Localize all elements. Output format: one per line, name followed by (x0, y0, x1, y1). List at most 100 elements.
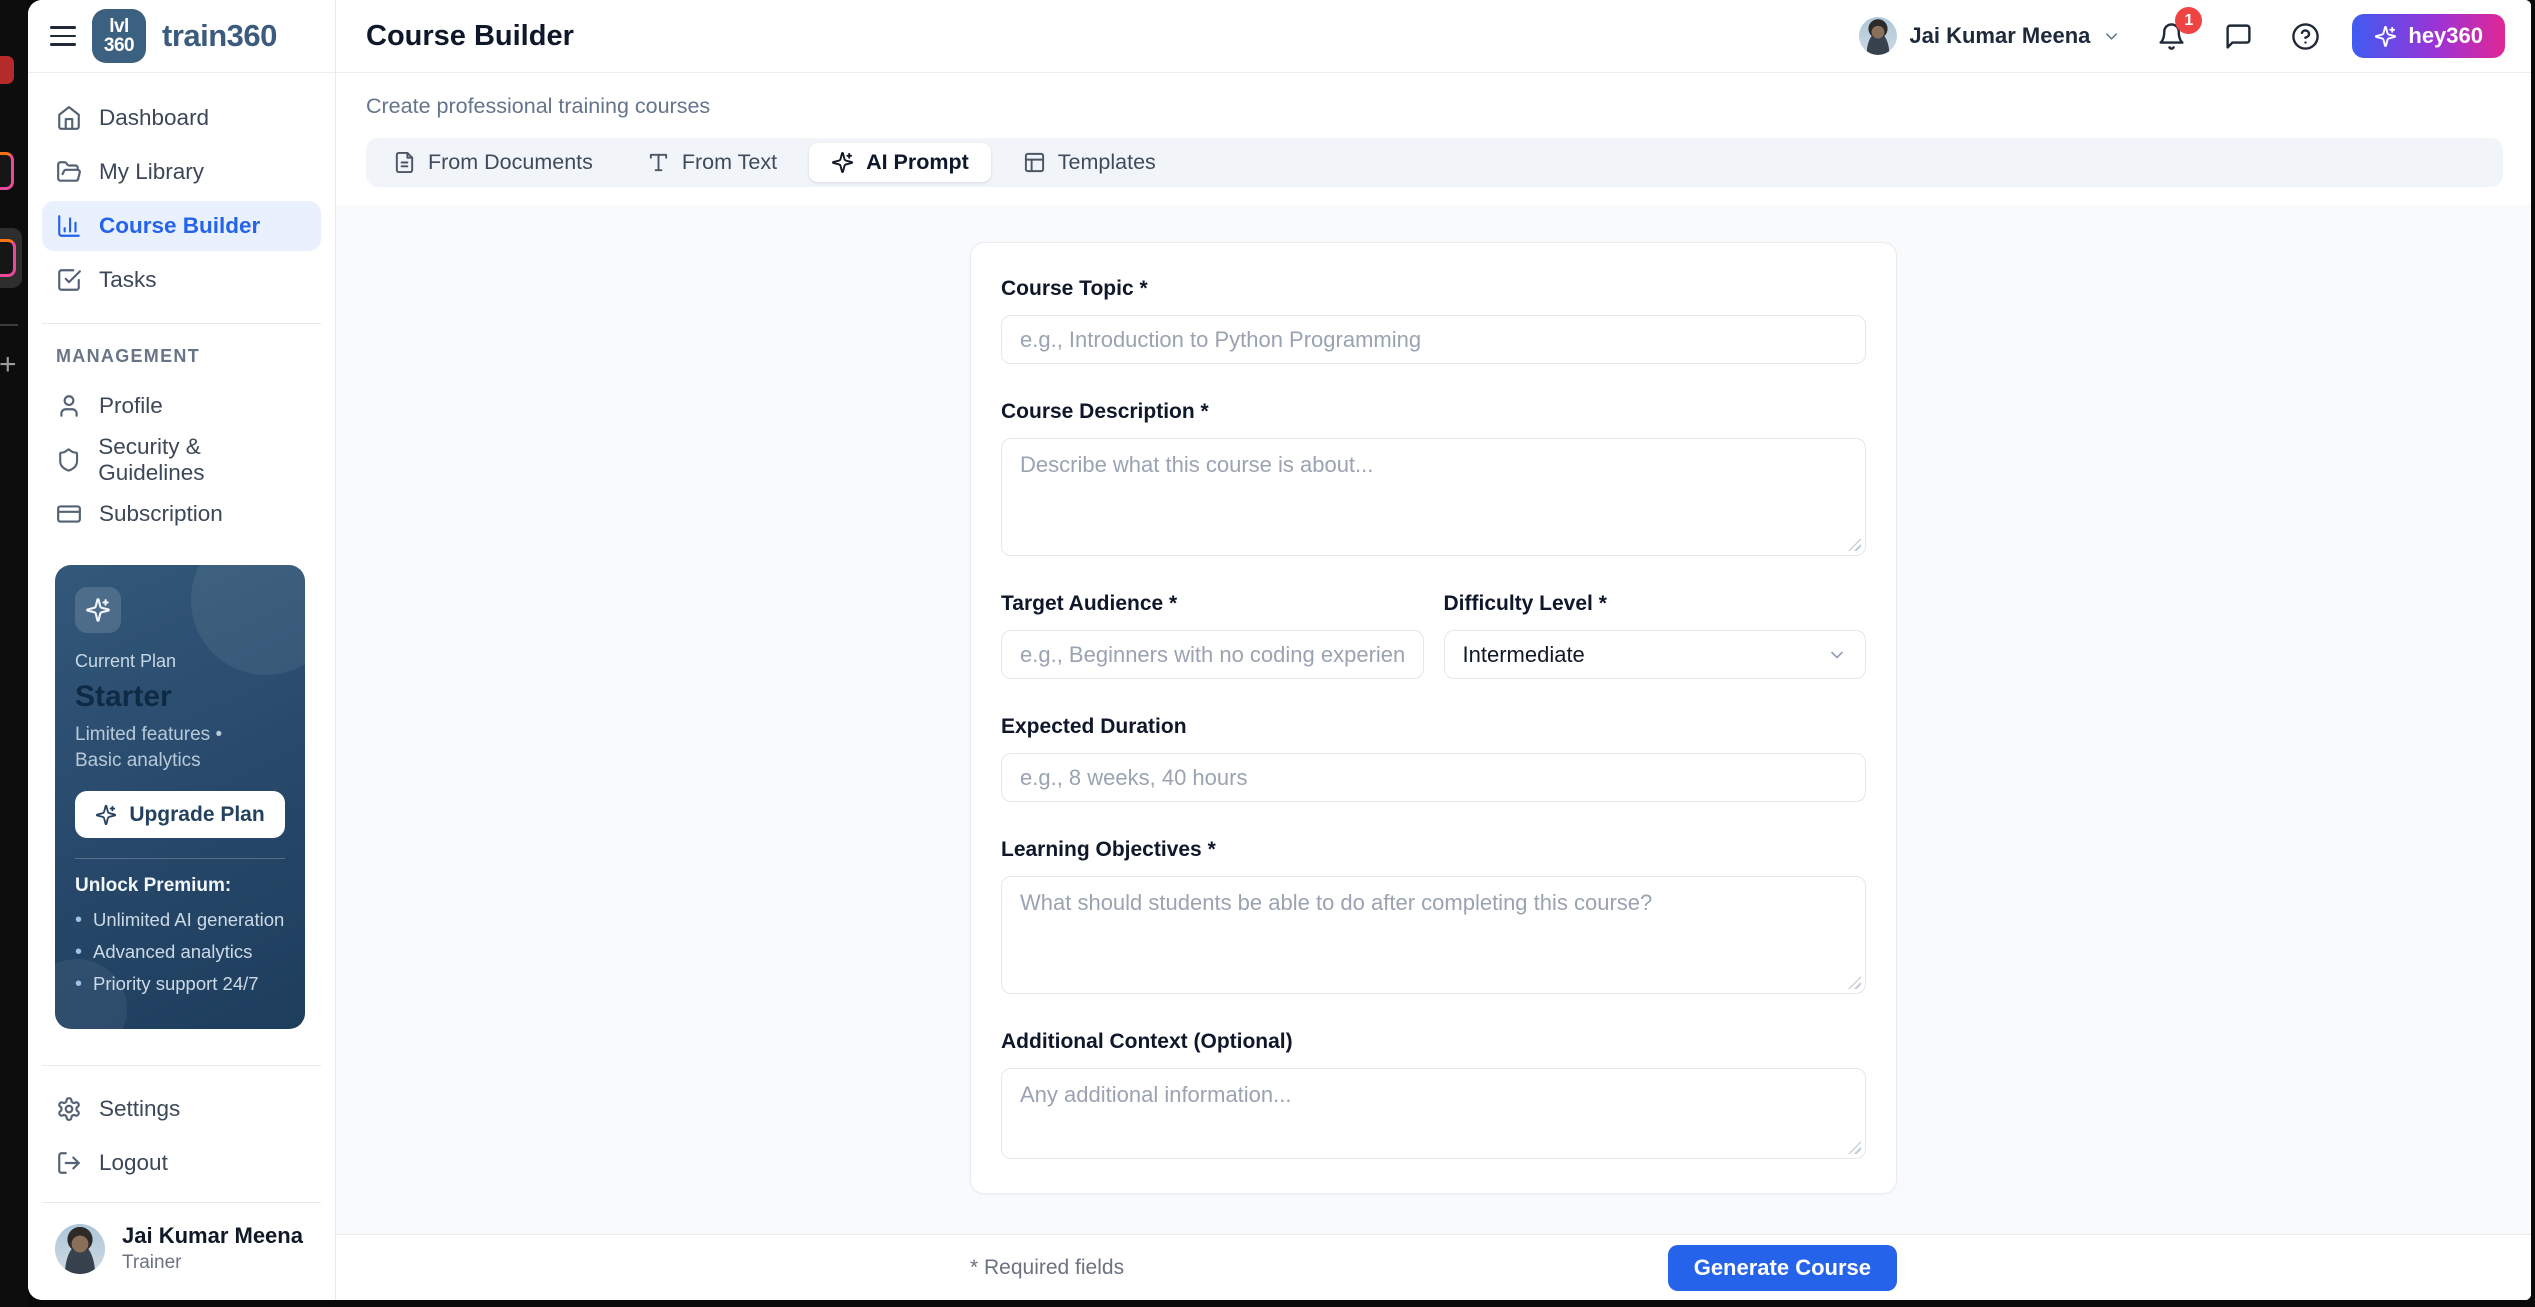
sidebar-item-label: Security & Guidelines (98, 434, 307, 486)
target-audience-input[interactable] (1001, 630, 1424, 679)
upgrade-plan-label: Upgrade Plan (129, 803, 264, 827)
source-tabs: From Documents From Text AI Prompt Templ… (366, 138, 2503, 187)
premium-feature: Advanced analytics (75, 941, 285, 964)
unlock-premium-title: Unlock Premium: (75, 875, 285, 897)
new-tab-plus-icon[interactable]: + (0, 348, 17, 382)
home-icon (56, 105, 82, 131)
learning-objectives-textarea[interactable] (1001, 876, 1866, 994)
upgrade-plan-button[interactable]: Upgrade Plan (75, 791, 285, 838)
difficulty-level-field: Difficulty Level * Intermediate (1444, 592, 1867, 679)
user-role: Trainer (122, 1252, 303, 1274)
ai-prompt-form-card: Course Topic * Course Description * Targ… (970, 242, 1897, 1194)
notifications-button[interactable]: 1 (2154, 19, 2188, 53)
target-audience-field: Target Audience * (1001, 592, 1424, 679)
credit-card-icon (56, 501, 82, 527)
tab-label: AI Prompt (866, 150, 969, 175)
sidebar-management-nav: Profile Security & Guidelines Subscripti… (28, 381, 335, 539)
chevron-down-icon (1827, 645, 1847, 665)
tab-templates[interactable]: Templates (1001, 143, 1178, 182)
tab-label: From Documents (428, 150, 593, 175)
course-topic-input[interactable] (1001, 315, 1866, 364)
difficulty-level-select[interactable]: Intermediate (1444, 630, 1867, 679)
course-description-textarea[interactable] (1001, 438, 1866, 556)
course-topic-field: Course Topic * (1001, 277, 1866, 364)
expected-duration-label: Expected Duration (1001, 715, 1866, 739)
logo-line1: lvl (109, 17, 129, 36)
sparkles-icon (831, 151, 854, 174)
tab-from-documents[interactable]: From Documents (371, 143, 615, 182)
sidebar-nav: Dashboard My Library Course Builder Task… (28, 73, 335, 305)
chart-column-icon (56, 213, 82, 239)
browser-tab-active[interactable] (0, 228, 22, 288)
sparkles-icon (95, 804, 117, 826)
sidebar: lvl 360 train360 Dashboard My Library Co… (28, 0, 336, 1300)
sidebar-item-tasks[interactable]: Tasks (42, 255, 321, 305)
main-area: Course Builder Jai Kumar Meena 1 (336, 0, 2531, 1300)
strip-divider (0, 324, 18, 326)
sidebar-item-label: My Library (99, 159, 204, 185)
sidebar-item-dashboard[interactable]: Dashboard (42, 93, 321, 143)
browser-tab-icon (0, 239, 16, 277)
tab-from-text[interactable]: From Text (625, 143, 799, 182)
help-button[interactable] (2288, 19, 2322, 53)
learning-objectives-label: Learning Objectives * (1001, 838, 1866, 862)
user-name: Jai Kumar Meena (122, 1223, 303, 1249)
sidebar-item-label: Logout (99, 1150, 168, 1176)
chevron-down-icon (2102, 27, 2121, 46)
additional-context-field: Additional Context (Optional) (1001, 1030, 1866, 1159)
tab-label: From Text (682, 150, 777, 175)
expected-duration-input[interactable] (1001, 753, 1866, 802)
course-description-label: Course Description * (1001, 400, 1866, 424)
additional-context-textarea[interactable] (1001, 1068, 1866, 1159)
page-title: Course Builder (366, 20, 574, 53)
plan-sparkles-badge (75, 587, 121, 633)
sidebar-item-subscription[interactable]: Subscription (42, 489, 321, 539)
logo-line2: 360 (104, 36, 134, 55)
sidebar-user[interactable]: Jai Kumar Meena Trainer (28, 1203, 335, 1300)
course-topic-label: Course Topic * (1001, 277, 1866, 301)
plan-card: Current Plan Starter Limited features • … (55, 565, 305, 1029)
sidebar-item-label: Profile (99, 393, 163, 419)
browser-tab-icon-red[interactable] (0, 56, 14, 84)
generate-course-button[interactable]: Generate Course (1668, 1245, 1897, 1291)
tab-label: Templates (1058, 150, 1156, 175)
browser-tab-icon[interactable] (0, 152, 14, 190)
sparkles-icon (2374, 25, 2397, 48)
brand-name: train360 (162, 18, 277, 54)
sidebar-item-course-builder[interactable]: Course Builder (42, 201, 321, 251)
sidebar-item-profile[interactable]: Profile (42, 381, 321, 431)
sidebar-item-my-library[interactable]: My Library (42, 147, 321, 197)
course-description-field: Course Description * (1001, 400, 1866, 556)
premium-feature: Priority support 24/7 (75, 973, 285, 996)
app-window: lvl 360 train360 Dashboard My Library Co… (28, 0, 2531, 1300)
sidebar-divider (42, 1065, 321, 1066)
header-actions: Jai Kumar Meena 1 hey360 (1859, 14, 2505, 58)
expected-duration-field: Expected Duration (1001, 715, 1866, 802)
sidebar-footer-nav: Settings Logout (28, 1070, 335, 1188)
sidebar-item-settings[interactable]: Settings (42, 1084, 321, 1134)
app-logo: lvl 360 (92, 9, 146, 63)
hey360-label: hey360 (2408, 23, 2483, 49)
help-circle-icon (2291, 22, 2320, 51)
tab-ai-prompt[interactable]: AI Prompt (809, 143, 991, 182)
management-section-label: MANAGEMENT (28, 346, 335, 367)
notification-badge: 1 (2175, 7, 2202, 34)
premium-features-list: Unlimited AI generation Advanced analyti… (75, 909, 285, 996)
difficulty-level-label: Difficulty Level * (1444, 592, 1867, 616)
sidebar-item-label: Course Builder (99, 213, 260, 239)
message-square-icon (2224, 22, 2253, 51)
plan-description: Limited features • Basic analytics (75, 722, 255, 773)
menu-icon[interactable] (50, 26, 76, 46)
hey360-assistant-button[interactable]: hey360 (2352, 14, 2505, 58)
premium-feature: Unlimited AI generation (75, 909, 285, 932)
sidebar-item-label: Dashboard (99, 105, 209, 131)
user-menu[interactable]: Jai Kumar Meena (1859, 17, 2121, 55)
messages-button[interactable] (2221, 19, 2255, 53)
sidebar-item-security[interactable]: Security & Guidelines (42, 435, 321, 485)
sidebar-item-logout[interactable]: Logout (42, 1138, 321, 1188)
form-footer: * Required fields Generate Course (336, 1234, 2531, 1300)
additional-context-label: Additional Context (Optional) (1001, 1030, 1866, 1054)
target-audience-label: Target Audience * (1001, 592, 1424, 616)
content-area: Course Topic * Course Description * Targ… (336, 205, 2531, 1234)
avatar (1859, 17, 1897, 55)
